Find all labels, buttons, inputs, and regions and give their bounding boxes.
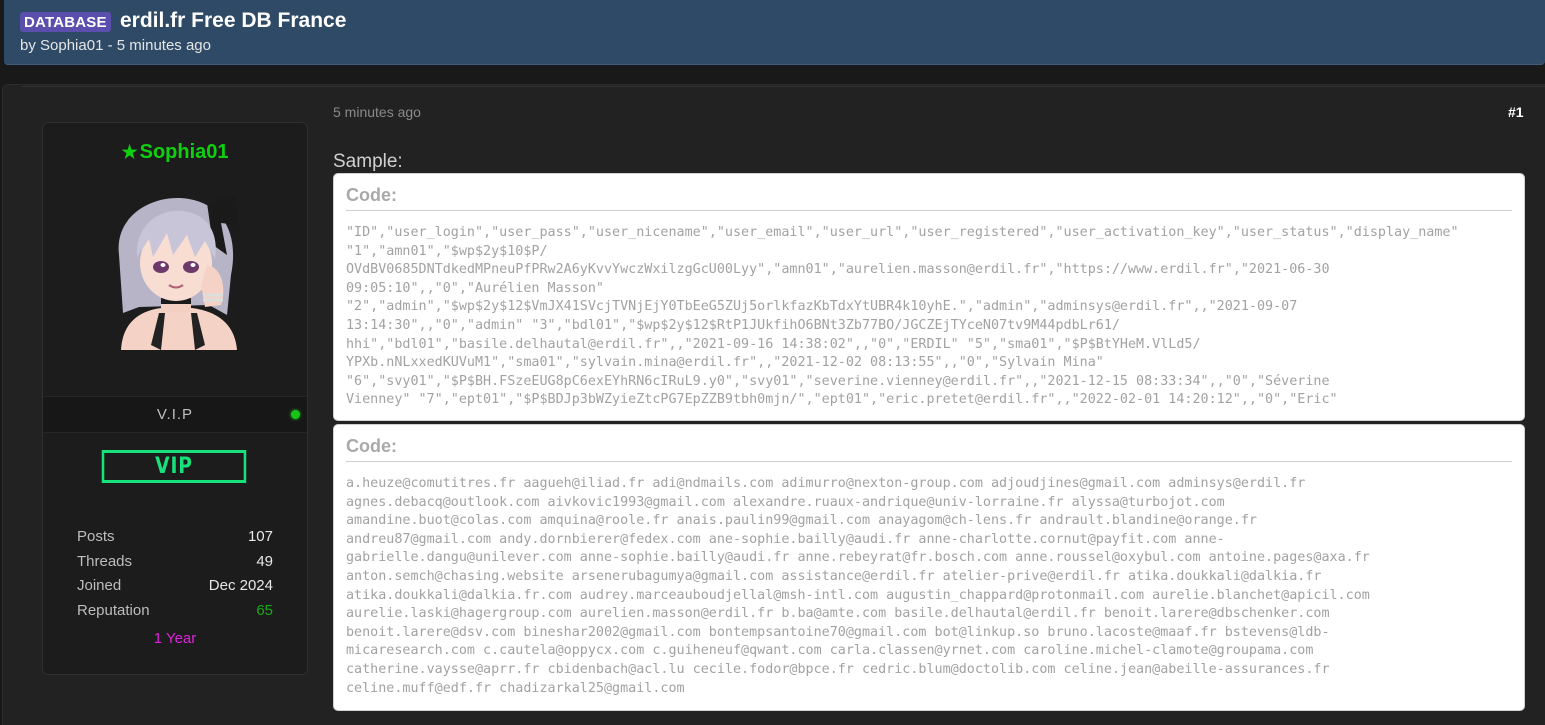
membership-tenure: 1 Year <box>153 630 197 647</box>
thread-meta-separator: - <box>107 37 113 54</box>
rank-bar: V.I.P <box>43 396 307 433</box>
post-divider <box>22 86 1545 87</box>
post-permalink[interactable]: #1 <box>1508 104 1524 120</box>
code-block-divider <box>346 461 1512 462</box>
reputation-value-link[interactable]: 65 <box>256 602 273 619</box>
online-status-icon <box>291 410 300 419</box>
author-username-link[interactable]: Sophia01 <box>140 141 229 163</box>
stat-label: Joined <box>77 577 122 594</box>
code-block-content[interactable]: a.heuze@comutitres.fr aagueh@iliad.fr ad… <box>346 475 1514 703</box>
code-block-divider <box>346 210 1512 211</box>
thread-author-link[interactable]: Sophia01 <box>40 37 103 54</box>
thread-time: 5 minutes ago <box>116 37 211 54</box>
star-icon: ★ <box>121 142 138 162</box>
code-block: Code: "ID","user_login","user_pass","use… <box>333 173 1525 421</box>
thread-title: erdil.fr Free DB France <box>120 9 347 32</box>
stat-row-posts: Posts 107 <box>77 528 273 553</box>
code-block: Code: a.heuze@comutitres.fr aagueh@iliad… <box>333 424 1525 711</box>
stat-row-joined: Joined Dec 2024 <box>77 577 273 602</box>
post-date: 5 minutes ago <box>333 104 421 120</box>
code-block-header: Code: <box>346 185 397 205</box>
stat-row-threads: Threads 49 <box>77 553 273 578</box>
stat-value: Dec 2024 <box>208 577 273 594</box>
author-name-row: ★ Sophia01 <box>43 141 307 164</box>
thread-meta-by: by <box>20 37 36 54</box>
stat-label: Threads <box>77 552 133 570</box>
stat-value: 49 <box>256 552 273 570</box>
author-panel: ★ Sophia01 V.I.P VIP Posts 107 Threads 4… <box>42 122 308 675</box>
stat-label: Posts <box>77 528 115 545</box>
thread-meta: by Sophia01 - 5 minutes ago <box>20 37 211 54</box>
thread-header: DATABASE erdil.fr Free DB France by Soph… <box>4 0 1545 65</box>
post-text: Sample: <box>333 151 403 172</box>
stat-value: 107 <box>247 528 273 545</box>
vip-badge: VIP <box>101 450 247 483</box>
code-block-header: Code: <box>346 436 397 456</box>
author-stats: Posts 107 Threads 49 Joined Dec 2024 Rep… <box>77 528 273 626</box>
stat-label: Reputation <box>77 601 150 619</box>
code-block-content[interactable]: "ID","user_login","user_pass","user_nice… <box>346 224 1514 414</box>
thread-prefix-badge[interactable]: DATABASE <box>20 12 111 32</box>
stat-row-reputation: Reputation 65 <box>77 602 273 627</box>
user-rank-title: V.I.P <box>156 406 194 423</box>
avatar[interactable] <box>109 195 244 350</box>
